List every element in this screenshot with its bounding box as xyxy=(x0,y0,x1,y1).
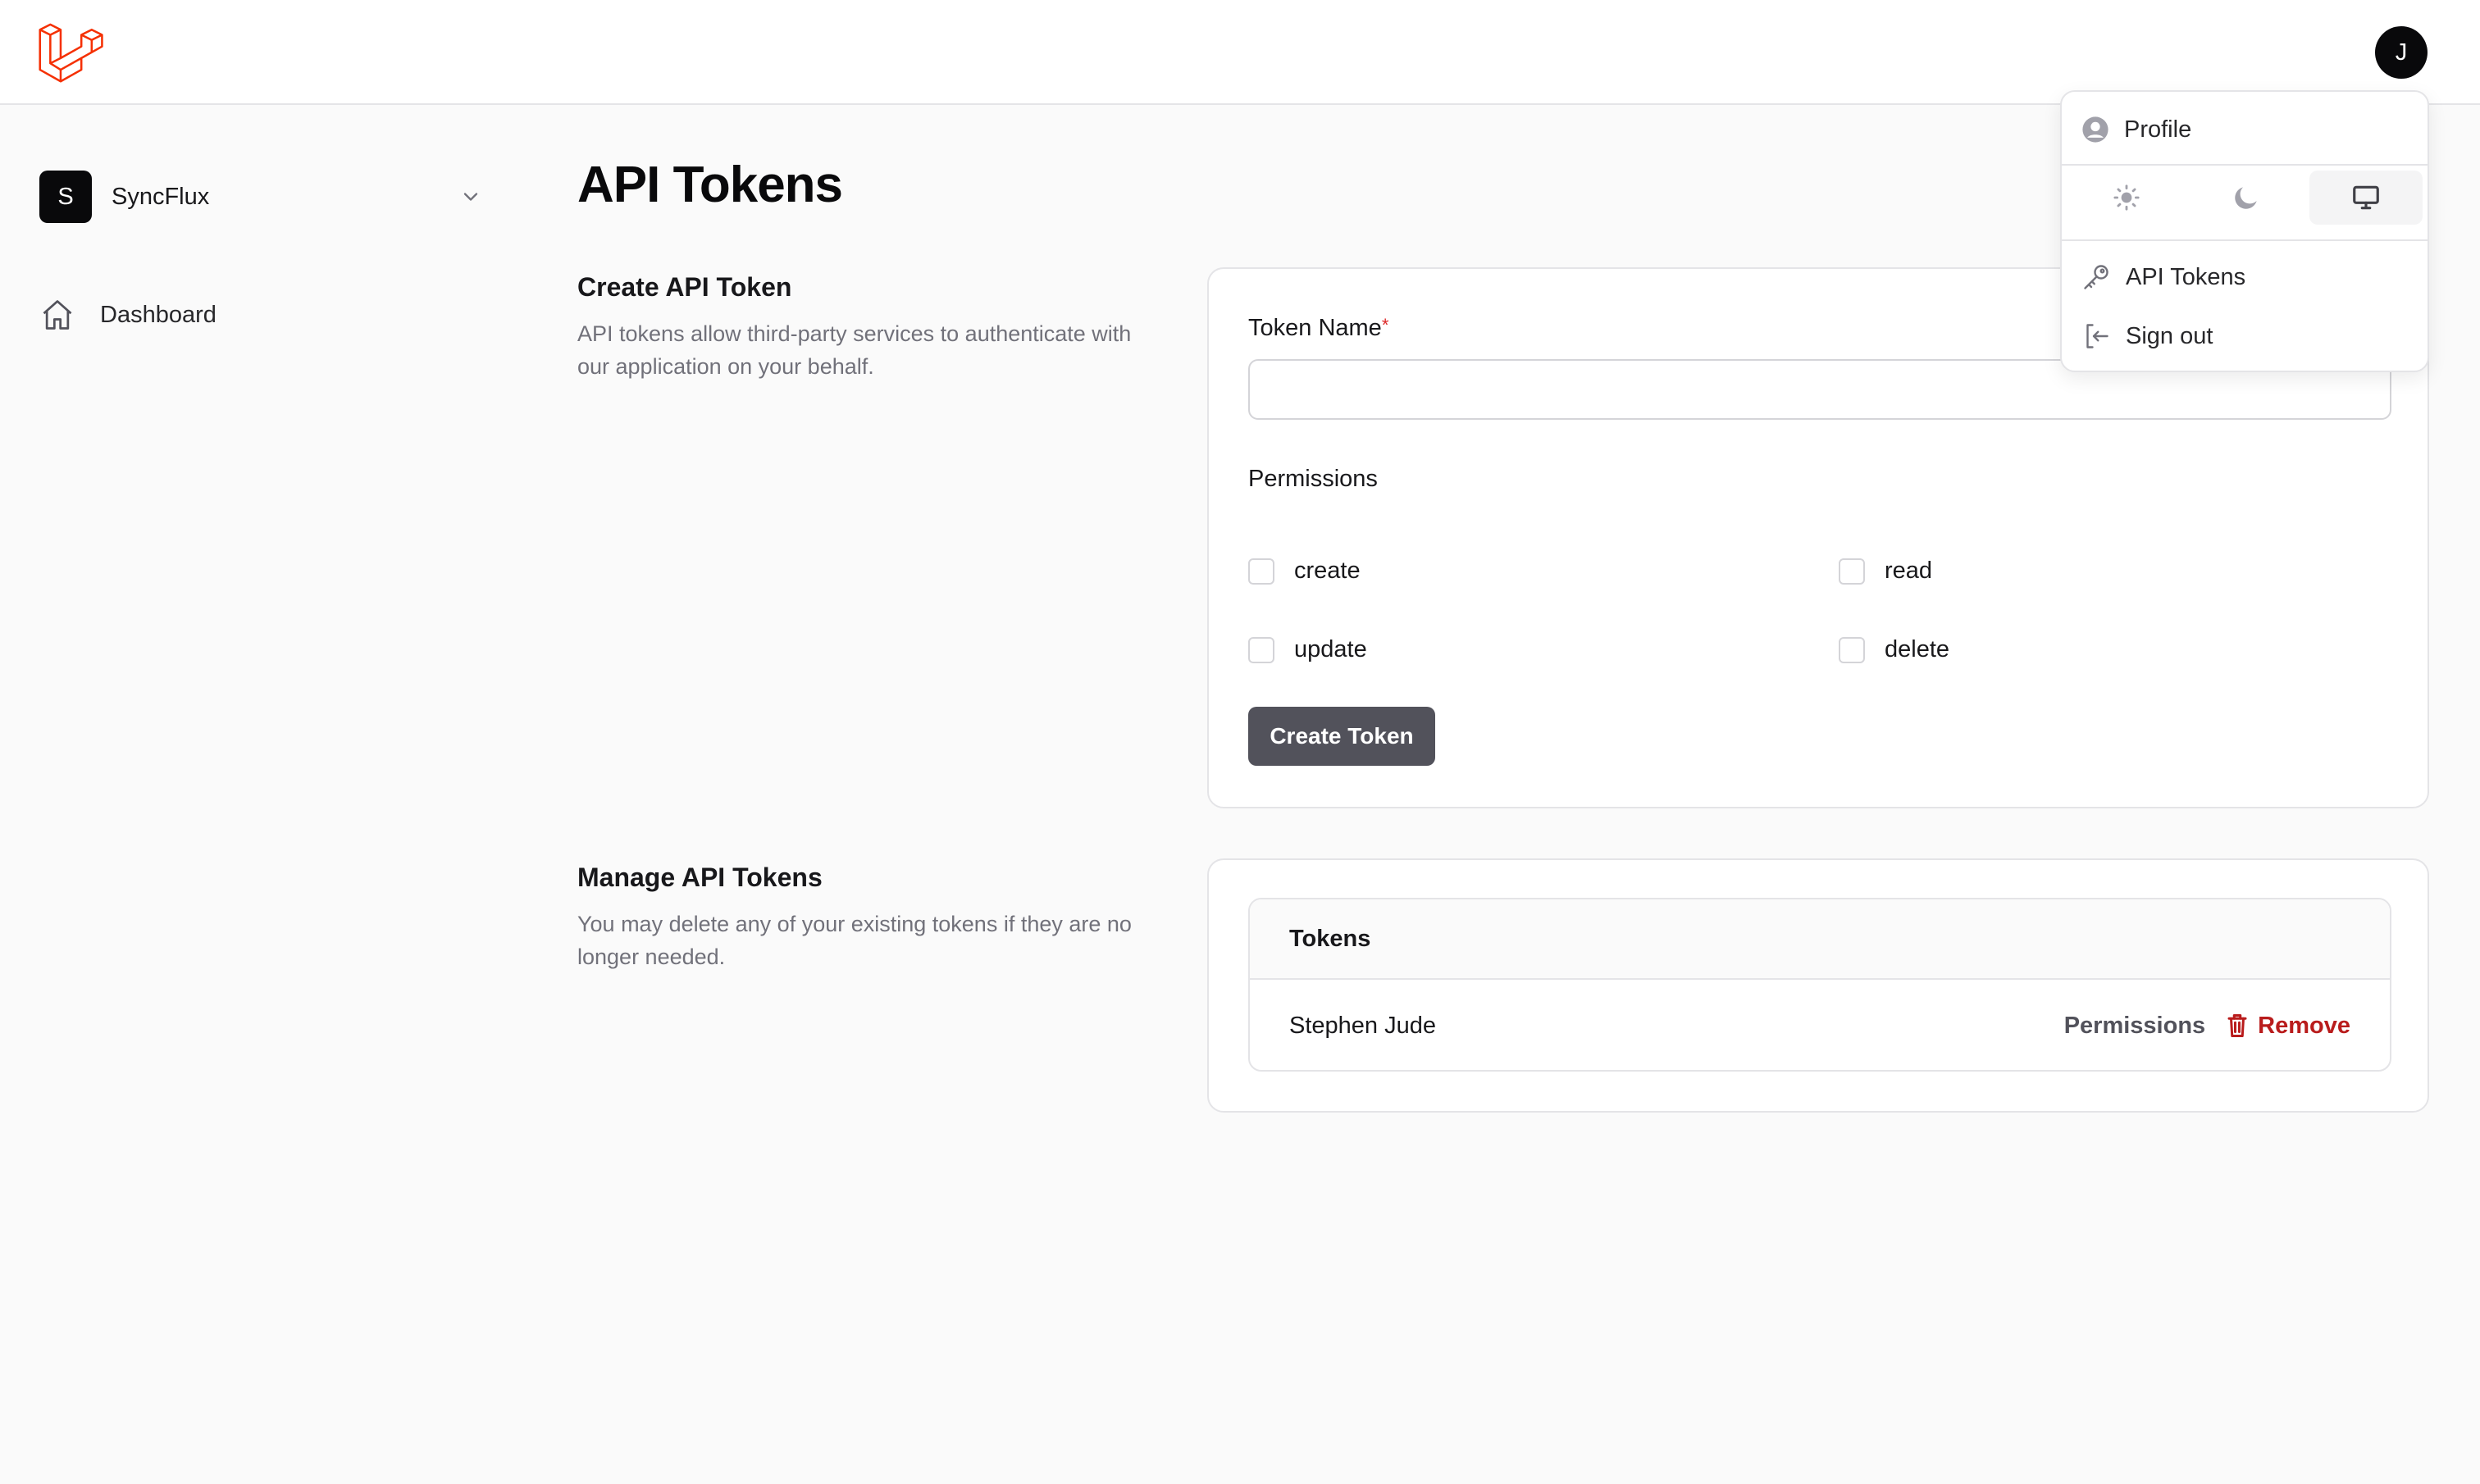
create-token-section-header: Create API Token API tokens allow third-… xyxy=(577,272,1168,383)
manage-tokens-heading: Manage API Tokens xyxy=(577,863,823,892)
required-mark: * xyxy=(1381,315,1389,335)
user-menu-dropdown: Profile API Tokens Sign out xyxy=(2060,90,2429,372)
permission-create-checkbox[interactable] xyxy=(1248,558,1274,585)
menu-item-label: API Tokens xyxy=(2126,263,2246,290)
menu-item-profile[interactable]: Profile xyxy=(2062,105,2428,154)
permission-label: read xyxy=(1885,558,1933,584)
permission-label: delete xyxy=(1885,636,1950,662)
permissions-label: Permissions xyxy=(1248,466,1378,492)
token-remove-button[interactable]: Remove xyxy=(2227,1013,2350,1040)
page-title: API Tokens xyxy=(577,157,843,213)
token-name-label: Token Name* xyxy=(1248,315,1388,342)
tokens-table-header: Tokens xyxy=(1250,899,2390,980)
team-switcher[interactable]: S SyncFlux xyxy=(39,171,482,223)
trash-icon xyxy=(2227,1014,2247,1037)
laravel-logo-icon[interactable] xyxy=(36,18,103,85)
menu-item-label: Profile xyxy=(2124,116,2192,143)
token-permissions-button[interactable]: Permissions xyxy=(2064,1013,2205,1040)
top-bar: J xyxy=(0,0,2480,105)
sidebar-item-dashboard[interactable]: Dashboard xyxy=(39,294,482,336)
theme-light-button[interactable] xyxy=(2070,171,2183,225)
table-row: Stephen Jude Permissions Remove xyxy=(1250,980,2390,1070)
menu-item-label: Sign out xyxy=(2126,322,2213,349)
menu-item-sign-out[interactable]: Sign out xyxy=(2062,312,2428,361)
moon-icon xyxy=(2235,187,2257,209)
permission-delete[interactable]: delete xyxy=(1839,636,1949,663)
permission-read-checkbox[interactable] xyxy=(1839,558,1865,585)
create-token-description: API tokens allow third-party services to… xyxy=(577,321,1132,379)
menu-item-api-tokens[interactable]: API Tokens xyxy=(2062,253,2428,302)
permission-update[interactable]: update xyxy=(1248,636,1367,663)
permission-read[interactable]: read xyxy=(1839,558,1932,585)
token-name: Stephen Jude xyxy=(1289,1012,1436,1039)
monitor-icon xyxy=(2353,185,2379,210)
sun-icon xyxy=(2113,184,2140,211)
user-avatar-button[interactable]: J xyxy=(2375,26,2428,79)
team-name: SyncFlux xyxy=(112,183,210,210)
tokens-table: Tokens Stephen Jude Permissions Remove xyxy=(1248,898,2391,1072)
team-initial: S xyxy=(57,183,74,210)
menu-divider xyxy=(2062,164,2428,166)
sign-out-icon xyxy=(2086,324,2108,348)
avatar-initial: J xyxy=(2395,39,2408,66)
permission-update-checkbox[interactable] xyxy=(1248,636,1274,663)
permission-create[interactable]: create xyxy=(1248,558,1361,585)
theme-system-button[interactable] xyxy=(2309,171,2423,225)
create-token-button[interactable]: Create Token xyxy=(1248,707,1435,766)
chevron-down-icon xyxy=(463,193,478,201)
manage-tokens-description: You may delete any of your existing toke… xyxy=(577,912,1132,969)
remove-label: Remove xyxy=(2258,1012,2350,1039)
team-badge: S xyxy=(39,171,92,223)
token-name-label-text: Token Name xyxy=(1248,315,1382,341)
menu-divider xyxy=(2062,239,2428,241)
sidebar-item-label: Dashboard xyxy=(100,301,217,328)
permission-delete-checkbox[interactable] xyxy=(1839,636,1865,663)
theme-dark-button[interactable] xyxy=(2190,171,2303,225)
key-icon xyxy=(2084,265,2108,289)
permission-label: create xyxy=(1294,558,1361,584)
create-token-heading: Create API Token xyxy=(577,272,792,302)
manage-tokens-section-header: Manage API Tokens You may delete any of … xyxy=(577,863,1168,973)
manage-tokens-card: Tokens Stephen Jude Permissions Remove xyxy=(1207,858,2429,1113)
home-icon xyxy=(43,300,72,330)
user-circle-icon xyxy=(2082,116,2108,143)
permission-label: update xyxy=(1294,636,1367,662)
